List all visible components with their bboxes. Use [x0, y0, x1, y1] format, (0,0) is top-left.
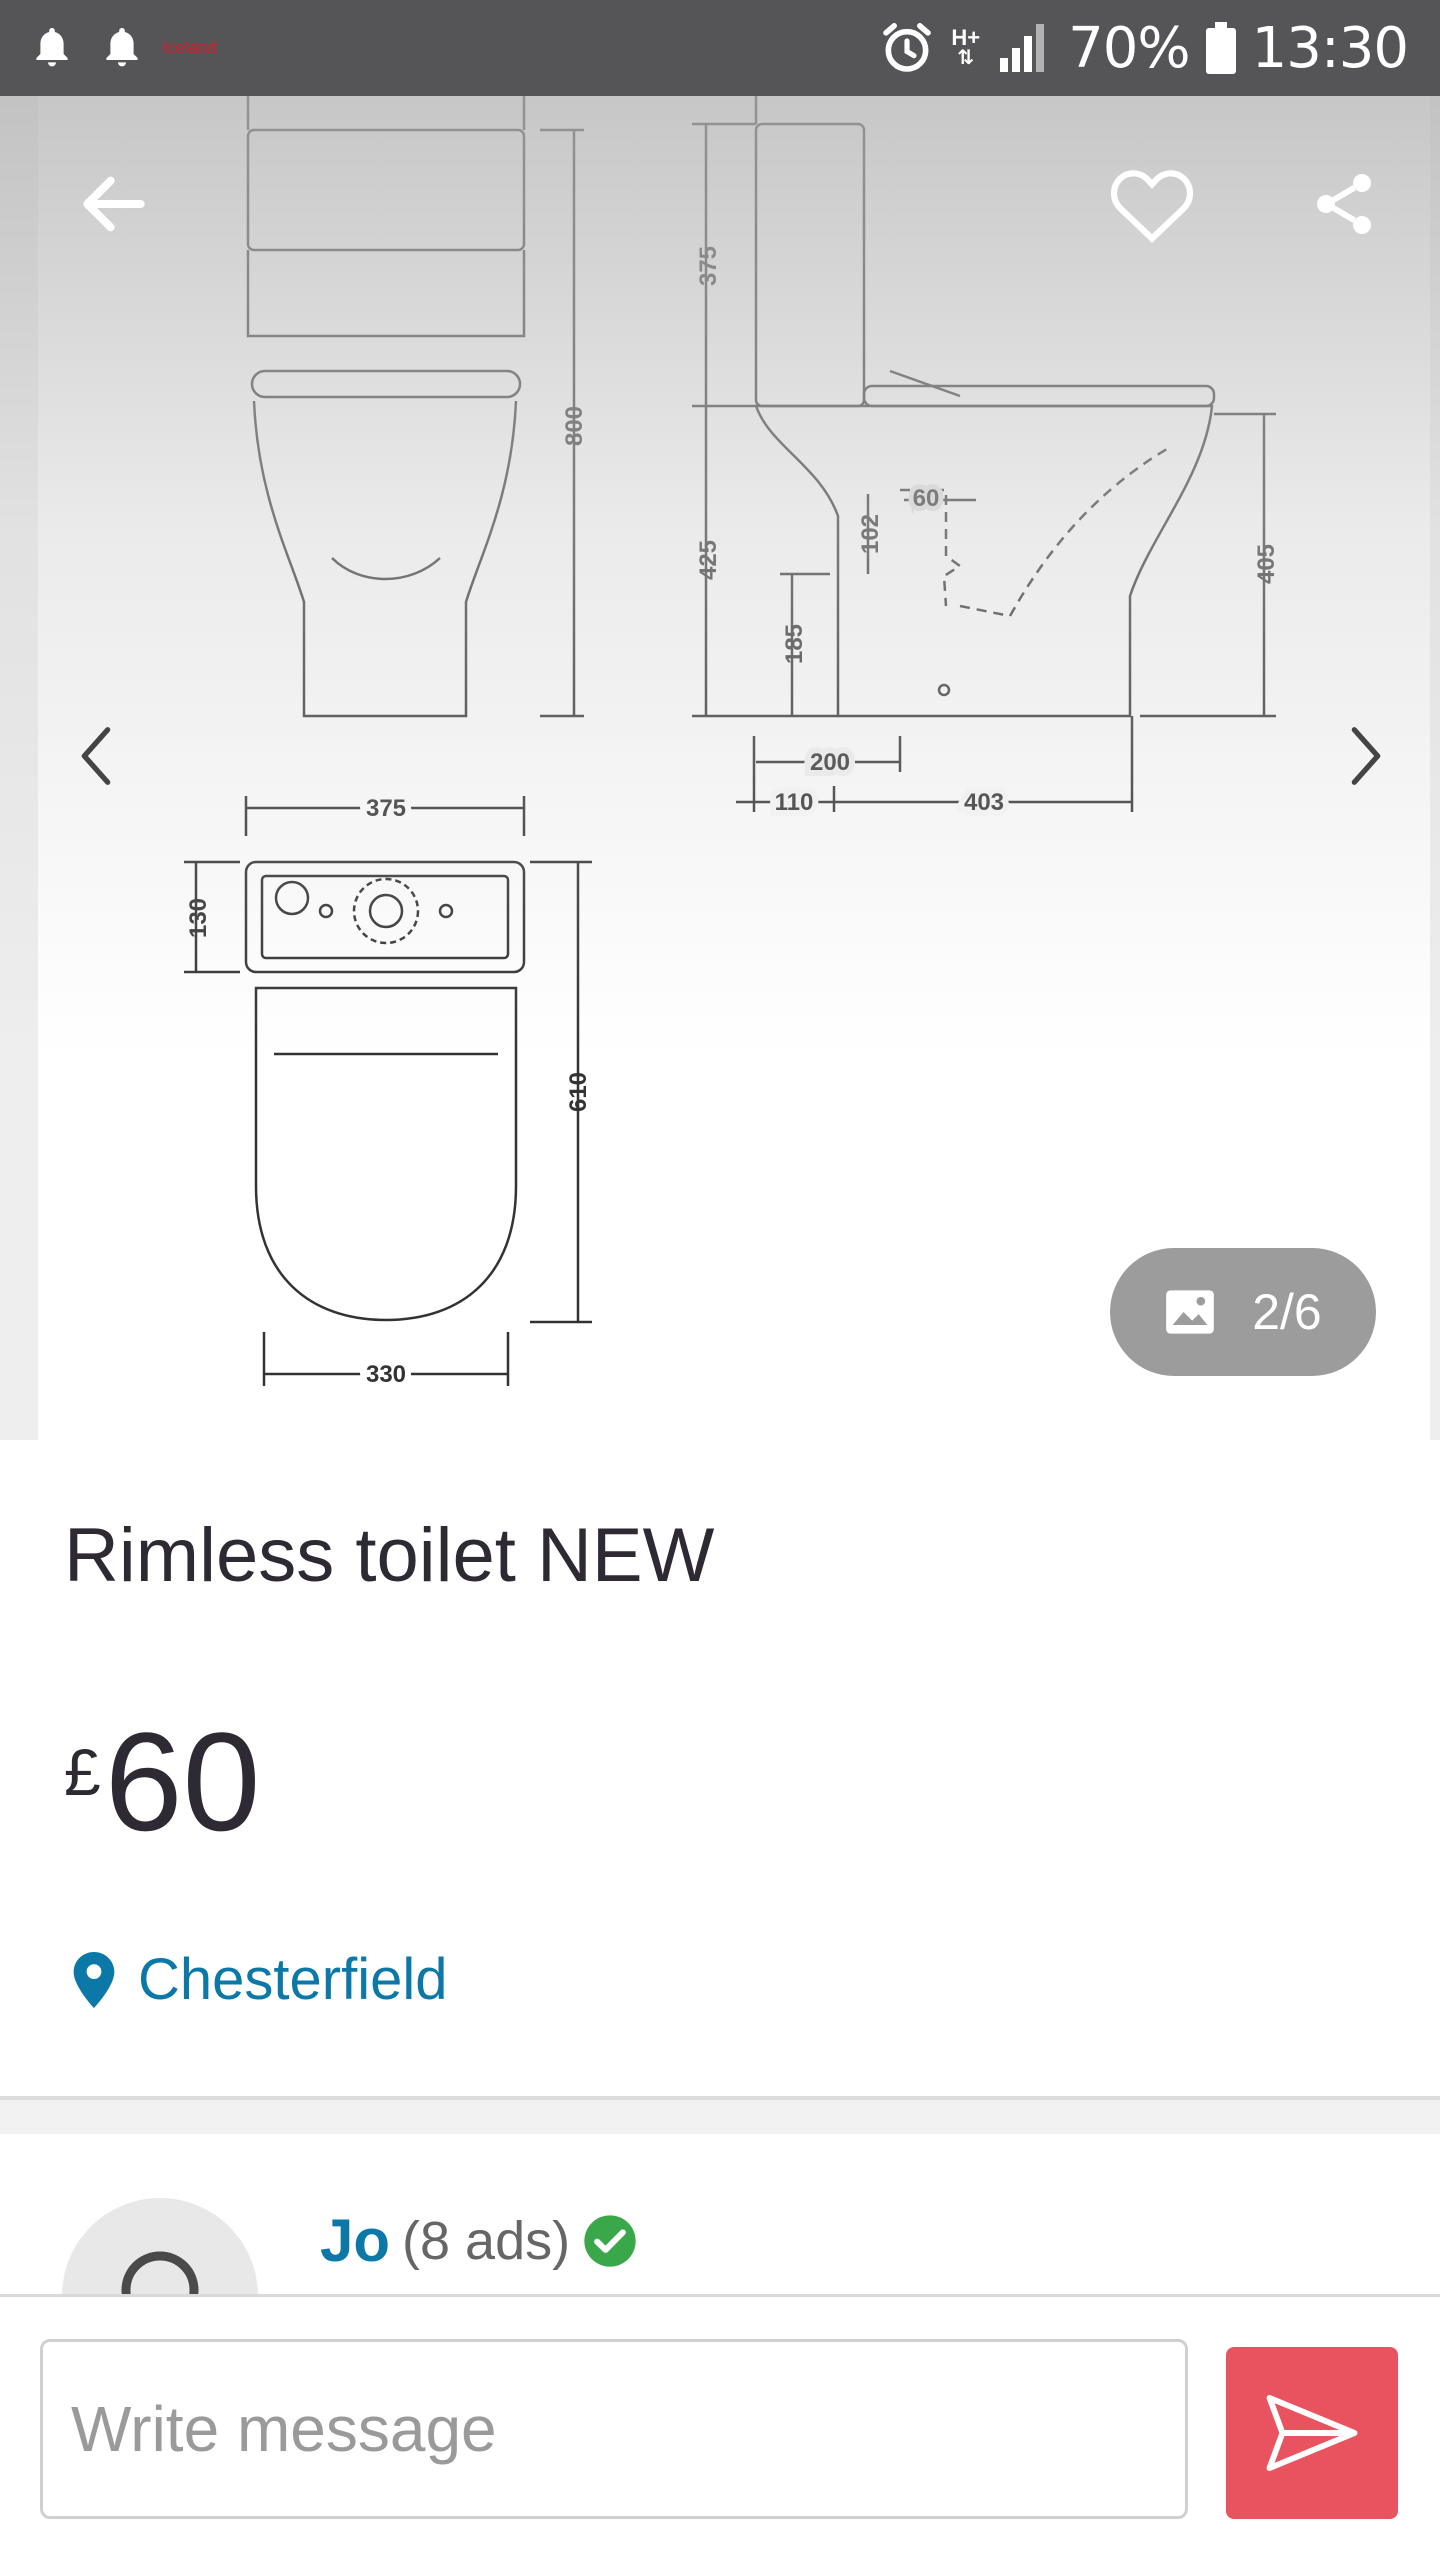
- map-pin-icon: [73, 1951, 115, 2008]
- chevron-right-icon: [1351, 727, 1381, 785]
- dim-base-200: 200: [810, 749, 850, 776]
- dim-base-110: 110: [775, 789, 814, 816]
- dim-outlet-height: 185: [781, 624, 808, 664]
- message-input[interactable]: [40, 2339, 1188, 2519]
- send-button[interactable]: [1226, 2347, 1398, 2519]
- seller-info: Jo (8 ads): [320, 2206, 638, 2275]
- check-circle-icon: [584, 2214, 636, 2267]
- dim-side-pan-height: 425: [695, 540, 722, 580]
- image-counter-label: 2/6: [1252, 1284, 1322, 1340]
- dim-top-pan-length: 610: [565, 1072, 592, 1112]
- dim-seat-height: 405: [1253, 544, 1280, 584]
- alarm-icon: [883, 23, 932, 72]
- heart-icon: [1110, 170, 1194, 243]
- dim-top-tank-depth: 130: [185, 898, 212, 938]
- dim-side-tank-depth: 130: [790, 96, 830, 102]
- dim-top-tank-width: 375: [366, 795, 406, 822]
- user-icon: [121, 2251, 199, 2294]
- dim-side-tank-height: 375: [695, 246, 722, 286]
- message-composer: [0, 2294, 1440, 2563]
- seller-card[interactable]: Jo (8 ads): [0, 2134, 1440, 2294]
- image-gallery[interactable]: 375 800 130 375 425 185 102 60 405 200 1…: [0, 96, 1440, 1440]
- send-icon: [1266, 2394, 1358, 2472]
- location-label: Chesterfield: [138, 1947, 448, 2012]
- clock: 13:30: [1251, 15, 1409, 81]
- location-link[interactable]: Chesterfield: [72, 1946, 447, 2013]
- signal-icon: [1000, 24, 1045, 72]
- battery-icon: [1205, 22, 1236, 74]
- status-bar: Iceland H+ ⇅ 70% 13:30: [0, 0, 1440, 96]
- dim-front-width: 375: [366, 96, 406, 102]
- arrow-left-icon: [83, 176, 145, 232]
- share-icon: [1317, 174, 1371, 234]
- share-button[interactable]: [1296, 156, 1392, 252]
- network-type: H+ ⇅: [951, 25, 981, 69]
- seller-name[interactable]: Jo: [320, 2206, 390, 2275]
- image-counter[interactable]: 2/6: [1110, 1248, 1376, 1376]
- dim-top-pan-width: 330: [366, 1361, 406, 1388]
- notification-bell-icon: [106, 28, 138, 67]
- dim-base-403: 403: [964, 789, 1004, 816]
- chevron-left-icon: [81, 727, 111, 785]
- section-separator: [0, 2100, 1440, 2134]
- back-button[interactable]: [66, 156, 162, 252]
- price-currency: £: [64, 1735, 101, 1809]
- price-amount: 60: [104, 1703, 261, 1860]
- notification-app-label: Iceland: [162, 38, 217, 57]
- battery-percent: 70%: [1068, 15, 1190, 81]
- listing-price: £ 60: [64, 1712, 260, 1852]
- dim-outlet-offset: 102: [857, 514, 884, 554]
- image-icon: [1166, 1290, 1215, 1334]
- notification-bell-icon: [36, 28, 68, 67]
- next-image-button[interactable]: [1326, 696, 1406, 816]
- dimension-labels: 375 800 130 375 425 185 102 60 405 200 1…: [185, 96, 1280, 1394]
- dim-front-height: 800: [561, 406, 588, 446]
- dim-outlet-width: 60: [913, 485, 940, 512]
- listing-title: Rimless toilet NEW: [64, 1513, 715, 1598]
- avatar[interactable]: [62, 2198, 258, 2294]
- seller-ads-count: (8 ads): [402, 2210, 571, 2271]
- favourite-button[interactable]: [1104, 156, 1200, 252]
- previous-image-button[interactable]: [56, 696, 136, 816]
